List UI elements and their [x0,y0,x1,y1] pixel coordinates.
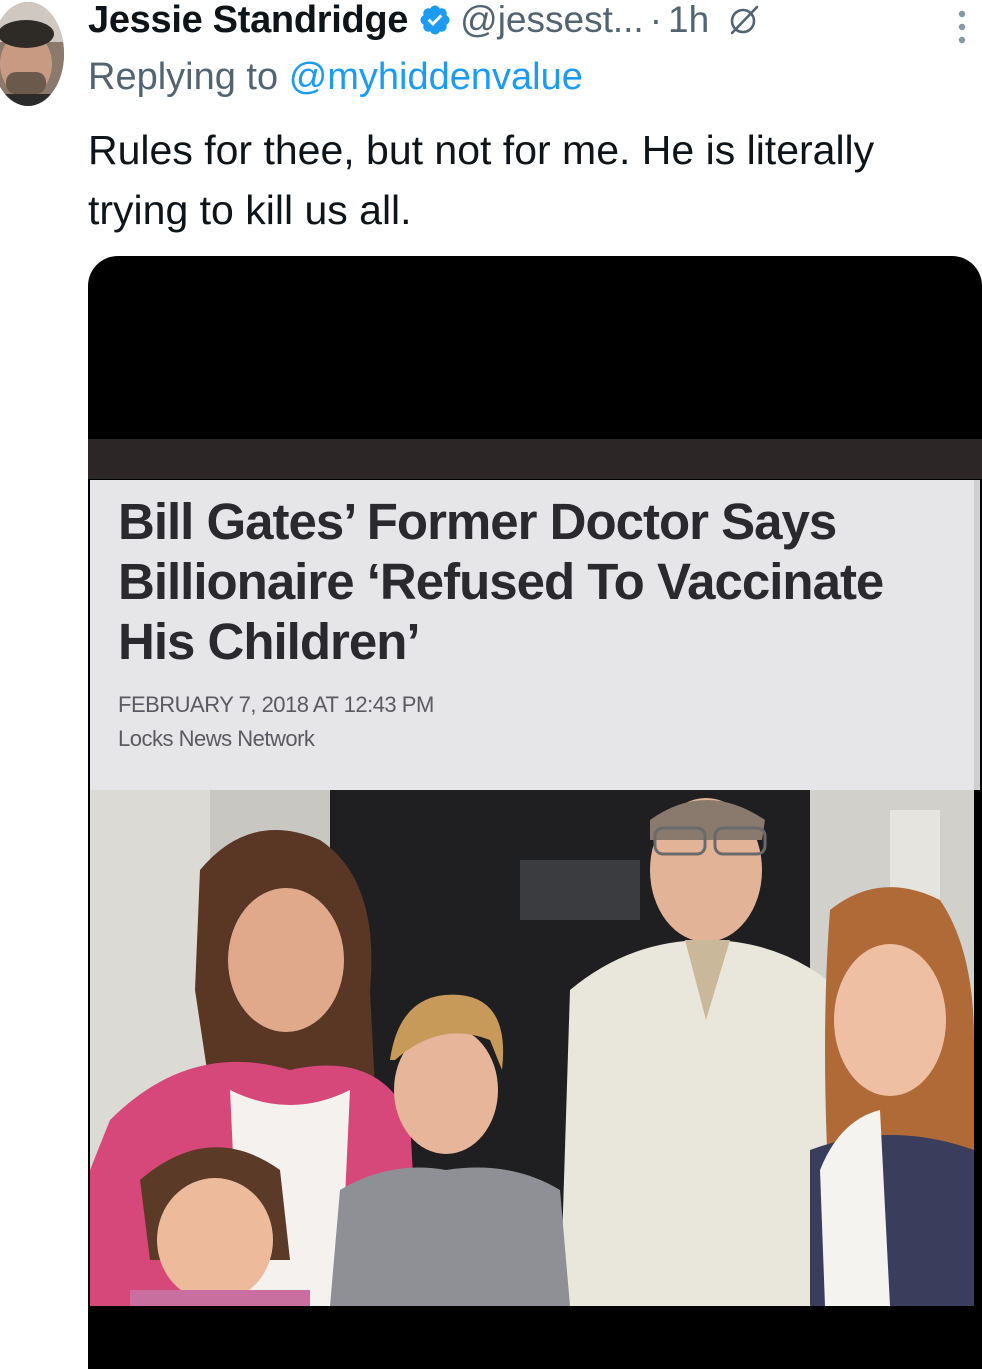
more-options-icon[interactable] [952,6,972,48]
tweet-text: Rules for thee, but not for me. He is li… [88,127,875,233]
article-source: Locks News Network [118,726,315,751]
article-date: FEBRUARY 7, 2018 AT 12:43 PM [118,692,434,717]
replying-to-line: Replying to @myhiddenvalue [88,56,583,99]
separator-dot: · [649,0,663,40]
family-photo [90,790,974,1306]
article-screenshot: Bill Gates’ Former Doctor Says Billionai… [90,480,980,790]
verified-badge-icon[interactable] [418,3,452,37]
article-headline: Bill Gates’ Former Doctor Says Billionai… [118,493,884,670]
grok-icon[interactable] [727,3,761,37]
author-name[interactable]: Jessie Standridge [88,0,408,42]
media-bottom-band [88,1306,982,1369]
replying-to-mention[interactable]: @myhiddenvalue [289,56,583,98]
tweet-media[interactable]: Bill Gates’ Former Doctor Says Billionai… [88,256,982,1369]
tweet-header: Jessie Standridge @jessest... · 1h [88,0,761,44]
author-handle[interactable]: @jessest... [460,0,644,41]
tweet-time[interactable]: 1h [668,0,709,41]
replying-to-label: Replying to [88,56,279,98]
author-avatar[interactable] [0,2,64,106]
media-top-band [88,439,982,479]
